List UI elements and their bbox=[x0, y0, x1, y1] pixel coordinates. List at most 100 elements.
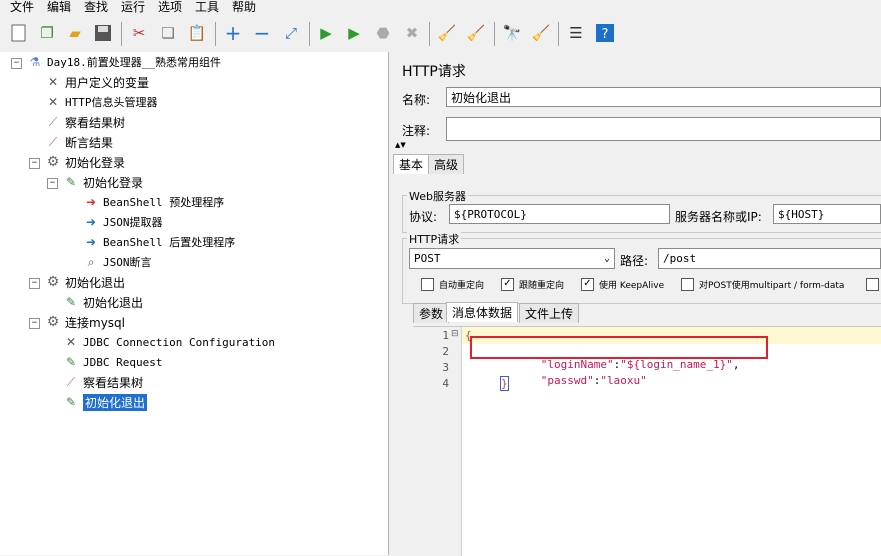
comment-field[interactable] bbox=[446, 117, 881, 141]
help-icon[interactable]: ? bbox=[594, 22, 616, 44]
pipette-icon: ✎ bbox=[65, 395, 77, 409]
tab-advanced[interactable]: 高级 bbox=[428, 154, 465, 174]
collapse-toggle[interactable]: − bbox=[29, 158, 40, 169]
tree-node-thread-group-login[interactable]: ⚙ 初始化登录 bbox=[44, 153, 125, 171]
stop-icon[interactable]: ⬣ bbox=[372, 22, 394, 44]
tree-node-label: BeanShell 预处理程序 bbox=[103, 196, 225, 209]
graph-icon: ⟋ bbox=[48, 134, 58, 149]
collapse-toggle[interactable]: − bbox=[29, 318, 40, 329]
cut-icon[interactable]: ✂ bbox=[128, 22, 150, 44]
expand-icon[interactable]: + bbox=[222, 21, 244, 45]
tree-node-label: BeanShell 后置处理程序 bbox=[103, 236, 236, 249]
tools-icon: ✕ bbox=[47, 75, 59, 89]
menu-tools[interactable]: 工具 bbox=[195, 0, 219, 15]
tab-file-upload[interactable]: 文件上传 bbox=[519, 303, 580, 323]
fold-icon[interactable]: ⊟ bbox=[451, 329, 459, 339]
tree-node-user-variables[interactable]: ✕ 用户定义的变量 bbox=[44, 73, 149, 91]
template-icon[interactable]: ❐ bbox=[36, 22, 58, 44]
checkbox-auto-redirect[interactable]: 自动重定向 bbox=[421, 277, 484, 291]
tree-node-sampler-logout[interactable]: ✎ 初始化退出 bbox=[62, 293, 143, 311]
tree-node-label: 初始化退出 bbox=[83, 393, 148, 411]
new-icon[interactable] bbox=[8, 22, 30, 44]
menu-edit[interactable]: 编辑 bbox=[47, 0, 71, 15]
paste-icon[interactable]: 📋 bbox=[186, 22, 208, 44]
toolbar-separator bbox=[558, 22, 559, 46]
protocol-field[interactable]: ${PROTOCOL} bbox=[449, 204, 670, 224]
function-helper-icon[interactable]: ☰ bbox=[565, 22, 587, 44]
tree-node-label: 断言结果 bbox=[65, 135, 114, 150]
tree-node-label: 用户定义的变量 bbox=[65, 75, 150, 90]
protocol-label: 协议: bbox=[409, 210, 438, 224]
search-icon[interactable]: 🔭 bbox=[501, 22, 523, 44]
path-field[interactable]: /post bbox=[658, 248, 881, 269]
shutdown-icon[interactable]: ✖ bbox=[401, 22, 423, 44]
checkbox-extra[interactable] bbox=[866, 277, 881, 291]
tree-node-header-manager[interactable]: ✕ HTTP信息头管理器 bbox=[44, 93, 158, 111]
menu-run[interactable]: 运行 bbox=[121, 0, 145, 15]
tree-node-results-tree-2[interactable]: ⟋ 察看结果树 bbox=[62, 373, 143, 391]
method-select[interactable]: POST ⌄ bbox=[409, 248, 615, 269]
json-brace: } bbox=[501, 377, 508, 390]
body-data-editor[interactable]: 1 ⊟ 2 3 4 { "loginName":"${login_name_1}… bbox=[413, 326, 881, 556]
menu-help[interactable]: 帮助 bbox=[232, 0, 256, 15]
graph-icon: ⟋ bbox=[66, 374, 76, 389]
server-field[interactable]: ${HOST} bbox=[773, 204, 881, 224]
toggle-icon[interactable]: ⤢ bbox=[280, 22, 302, 44]
tree-node-label: 初始化退出 bbox=[83, 295, 144, 310]
collapse-toggle[interactable]: − bbox=[47, 178, 58, 189]
start-icon[interactable]: ▶ bbox=[315, 22, 337, 44]
clear-icon[interactable]: 🧹 bbox=[436, 22, 458, 44]
tree-node-assertion-results[interactable]: ⟋ 断言结果 bbox=[44, 133, 113, 151]
open-icon[interactable]: ▰ bbox=[64, 22, 86, 44]
tree-node-label: 初始化登录 bbox=[65, 155, 126, 170]
split-arrows-icon[interactable]: ▲▼ bbox=[395, 142, 406, 149]
tree-node-thread-group-logout[interactable]: ⚙ 初始化退出 bbox=[44, 273, 125, 291]
start-no-pause-icon[interactable]: ▶ bbox=[343, 22, 365, 44]
tree-node-json-assertion[interactable]: ⌕ JSON断言 bbox=[82, 253, 152, 271]
pipette-icon: ✎ bbox=[65, 295, 77, 309]
tree-node-label: 连接mysql bbox=[65, 315, 125, 330]
tree-node-beanshell-pre[interactable]: ➜ BeanShell 预处理程序 bbox=[82, 193, 224, 211]
collapse-toggle[interactable]: − bbox=[11, 58, 22, 69]
menu-options[interactable]: 选项 bbox=[158, 0, 182, 15]
menu-file[interactable]: 文件 bbox=[10, 0, 34, 15]
menu-search[interactable]: 查找 bbox=[84, 0, 108, 15]
collapse-toggle[interactable]: − bbox=[29, 278, 40, 289]
tree-node-test-plan[interactable]: ⚗ Day18.前置处理器__熟悉常用组件 bbox=[26, 53, 221, 71]
path-label: 路径: bbox=[620, 254, 649, 268]
test-plan-icon: ⚗ bbox=[29, 55, 41, 69]
tree-node-sampler-logout-selected[interactable]: ✎ 初始化退出 bbox=[62, 393, 148, 411]
tab-basic[interactable]: 基本 bbox=[393, 154, 430, 174]
reset-search-icon[interactable]: 🧹 bbox=[530, 22, 552, 44]
tree-node-sampler-login[interactable]: ✎ 初始化登录 bbox=[62, 173, 143, 191]
line-number: 3 bbox=[442, 361, 449, 374]
collapse-icon[interactable]: − bbox=[251, 21, 273, 45]
name-field[interactable]: 初始化退出 bbox=[446, 87, 881, 107]
gear-icon: ⚙ bbox=[46, 154, 60, 170]
toolbar-separator bbox=[429, 22, 430, 46]
tree-node-jdbc-config[interactable]: ✕ JDBC Connection Configuration bbox=[62, 333, 275, 351]
tree-node-thread-group-mysql[interactable]: ⚙ 连接mysql bbox=[44, 313, 125, 331]
tree-node-label: 初始化登录 bbox=[83, 175, 144, 190]
gear-icon: ⚙ bbox=[46, 274, 60, 290]
tab-body-data[interactable]: 消息体数据 bbox=[446, 302, 519, 322]
tab-parameters[interactable]: 参数 bbox=[413, 303, 450, 323]
json-value: "laoxu" bbox=[600, 374, 647, 387]
save-icon[interactable] bbox=[92, 22, 114, 44]
tree-node-results-tree[interactable]: ⟋ 察看结果树 bbox=[44, 113, 125, 131]
checkbox-box bbox=[421, 277, 434, 291]
tree-node-label: JSON断言 bbox=[103, 256, 152, 269]
menu-bar: 文件 编辑 查找 运行 选项 工具 帮助 bbox=[0, 0, 881, 16]
checkbox-keepalive[interactable]: ✓ 使用 KeepAlive bbox=[581, 277, 664, 291]
checkbox-multipart[interactable]: 对POST使用multipart / form-data bbox=[681, 277, 844, 291]
line-number: 1 bbox=[442, 329, 449, 342]
clear-all-icon[interactable]: 🧹 bbox=[465, 22, 487, 44]
tools-icon: ✕ bbox=[47, 95, 59, 109]
tree-node-jdbc-request[interactable]: ✎ JDBC Request bbox=[62, 353, 163, 371]
tree-node-beanshell-post[interactable]: ➜ BeanShell 后置处理程序 bbox=[82, 233, 235, 251]
checkbox-follow-redirect[interactable]: ✓ 跟随重定向 bbox=[501, 277, 564, 291]
pipette-icon: ✎ bbox=[65, 355, 77, 369]
tree-node-label: Day18.前置处理器__熟悉常用组件 bbox=[47, 56, 221, 69]
copy-icon[interactable]: ❏ bbox=[157, 22, 179, 44]
tree-node-json-extractor[interactable]: ➜ JSON提取器 bbox=[82, 213, 163, 231]
